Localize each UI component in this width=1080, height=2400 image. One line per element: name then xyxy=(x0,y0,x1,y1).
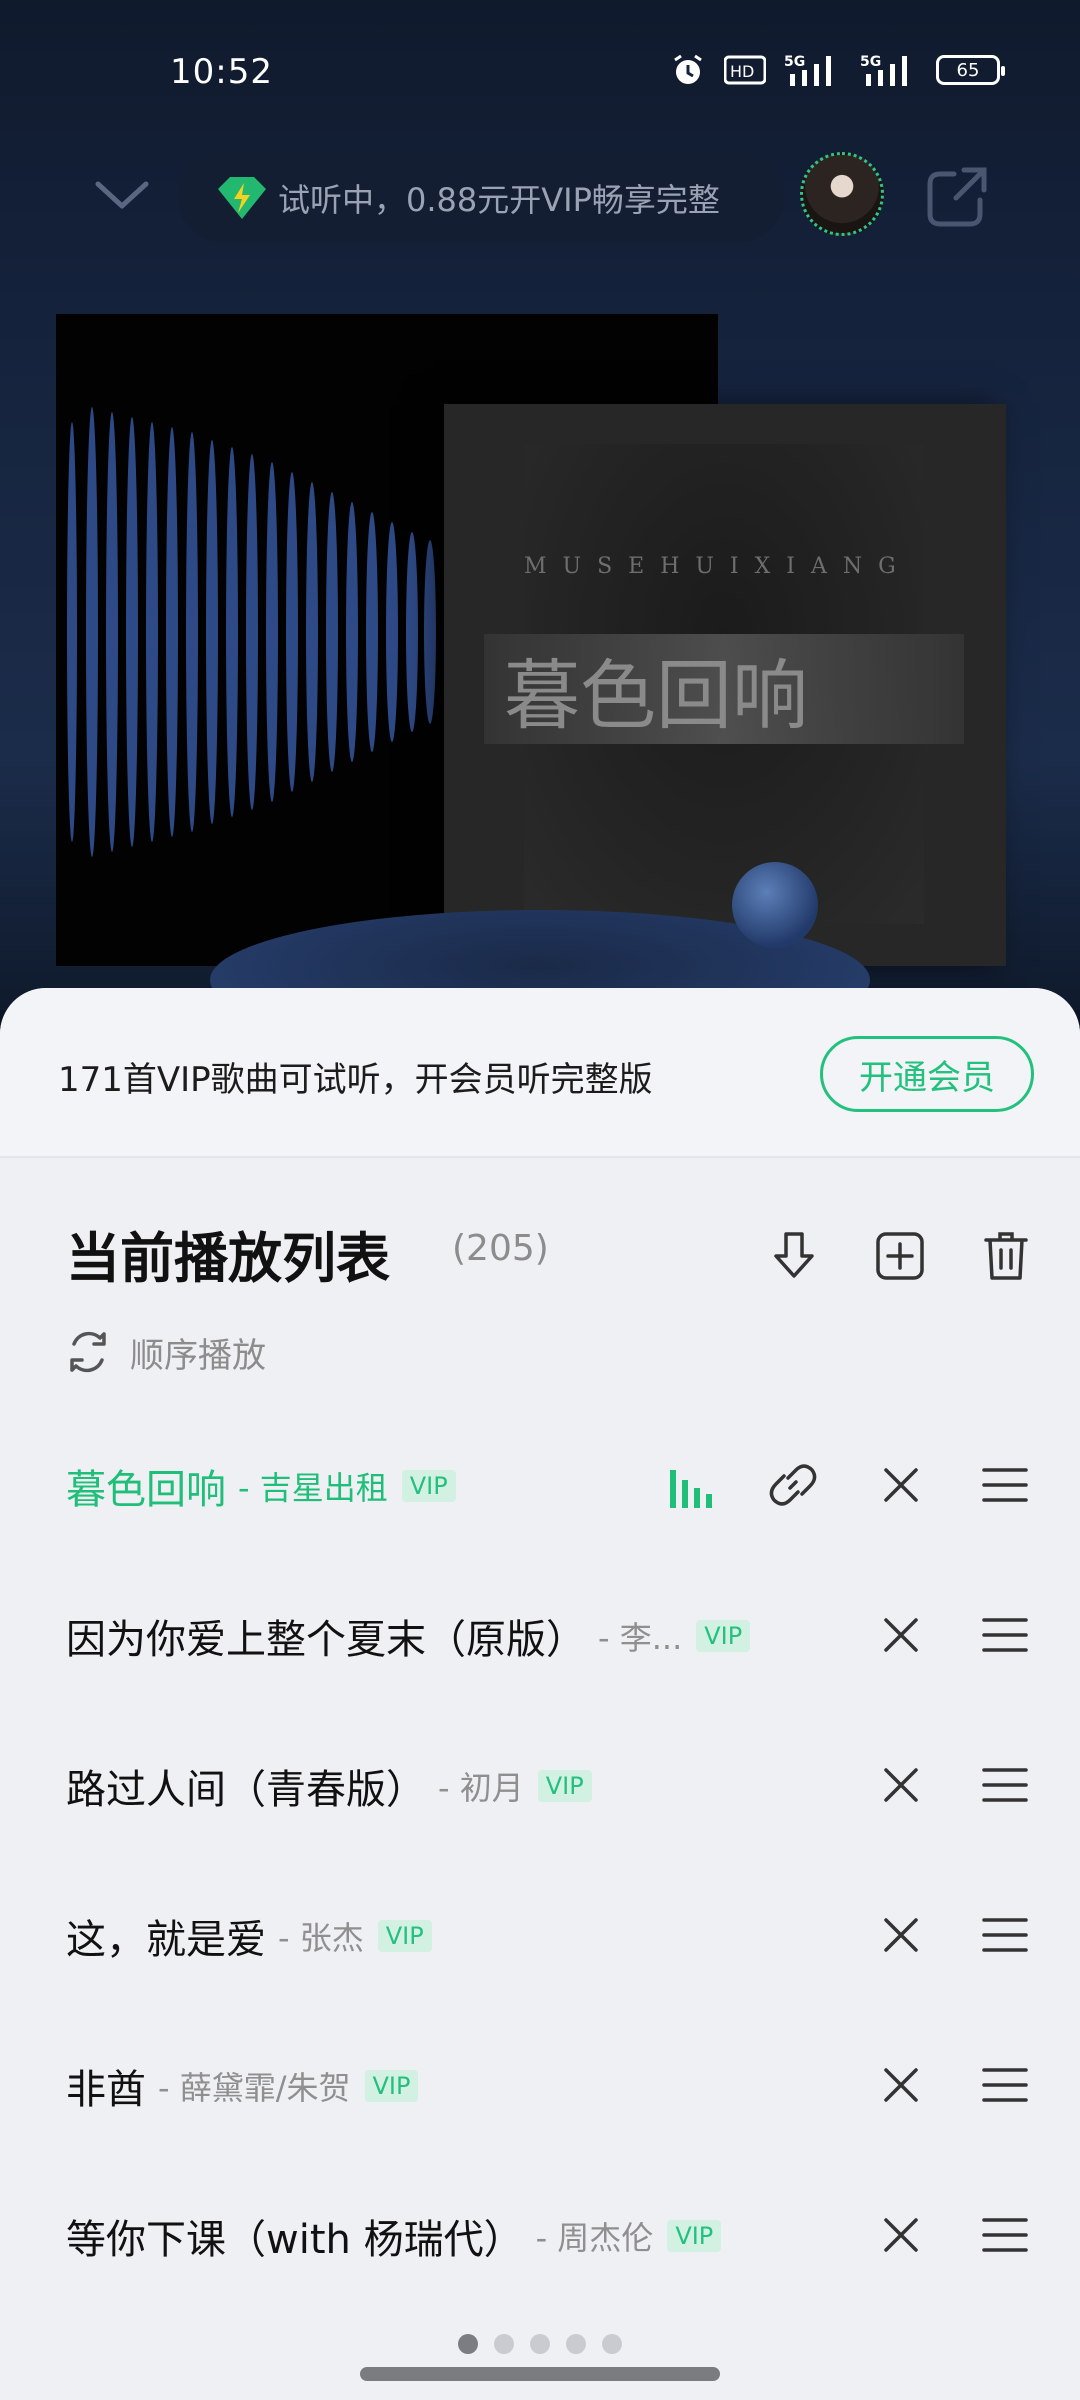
page-dot[interactable] xyxy=(530,2334,550,2354)
list-item[interactable]: 等你下课（with 杨瑞代） - 周杰伦 VIP xyxy=(0,2160,1080,2310)
play-mode-label: 顺序播放 xyxy=(130,1335,266,1376)
close-icon[interactable] xyxy=(876,1610,926,1660)
drag-handle-icon[interactable] xyxy=(978,2060,1032,2110)
song-title: 因为你爱上整个夏末（原版） xyxy=(66,1617,586,1663)
add-to-playlist-icon[interactable] xyxy=(872,1228,928,1284)
song-text: 暮色回响 - 吉星出租 VIP xyxy=(66,1458,456,1514)
tonearm xyxy=(732,862,818,948)
page-dot-active[interactable] xyxy=(458,2334,478,2354)
vip-badge: VIP xyxy=(667,2220,722,2252)
song-title: 这，就是爱 xyxy=(66,1917,266,1963)
player-background: 10:52 HD 5G 5G 65 试听中，0.88元开VIP畅享完整 MUSE… xyxy=(0,0,1080,1010)
drag-handle-icon[interactable] xyxy=(978,1610,1032,1660)
song-title: 路过人间（青春版） xyxy=(66,1767,426,1813)
chevron-down-icon[interactable] xyxy=(92,170,152,220)
close-icon[interactable] xyxy=(876,1460,926,1510)
avatar[interactable] xyxy=(800,152,884,236)
vip-promo-row: 171首VIP歌曲可试听，开会员听完整版 开通会员 xyxy=(0,988,1080,1158)
song-title: 暮色回响 xyxy=(66,1467,226,1513)
player-header: 试听中，0.88元开VIP畅享完整 xyxy=(0,150,1080,242)
vip-badge: VIP xyxy=(537,1770,592,1802)
close-icon[interactable] xyxy=(876,1760,926,1810)
album-art-front: MUSEHUIXIANG 暮色回响 xyxy=(444,404,1006,966)
song-text: 路过人间（青春版） - 初月 VIP xyxy=(66,1758,592,1814)
playlist-sheet: 171首VIP歌曲可试听，开会员听完整版 开通会员 当前播放列表 (205) 顺… xyxy=(0,988,1080,2400)
status-bar: 10:52 HD 5G 5G 65 xyxy=(0,40,1080,100)
playlist-count: (205) xyxy=(452,1228,549,1269)
drag-handle-icon[interactable] xyxy=(978,2210,1032,2260)
svg-text:HD: HD xyxy=(730,62,754,81)
vip-badge: VIP xyxy=(364,2070,419,2102)
close-icon[interactable] xyxy=(876,2210,926,2260)
album-art-title: 暮色回响 xyxy=(484,634,964,744)
vip-trial-banner[interactable]: 试听中，0.88元开VIP畅享完整 xyxy=(178,154,784,242)
list-item[interactable]: 非酋 - 薛黛霏/朱贺 VIP xyxy=(0,2010,1080,2160)
song-artist: - 吉星出租 xyxy=(238,1469,388,1507)
download-icon[interactable] xyxy=(766,1228,822,1284)
list-item[interactable]: 路过人间（青春版） - 初月 VIP xyxy=(0,1710,1080,1860)
vip-badge: VIP xyxy=(696,1620,751,1652)
close-icon[interactable] xyxy=(876,1910,926,1960)
drag-handle-icon[interactable] xyxy=(978,1460,1032,1510)
alarm-icon xyxy=(674,54,702,84)
trial-text: 试听中，0.88元开VIP畅享完整 xyxy=(278,181,720,219)
song-title: 等你下课（with 杨瑞代） xyxy=(66,2217,524,2263)
svg-text:5G: 5G xyxy=(784,54,805,70)
album-art-letters: MUSEHUIXIANG xyxy=(524,554,912,579)
drag-handle-icon[interactable] xyxy=(978,1760,1032,1810)
share-icon[interactable] xyxy=(924,164,990,230)
song-artist: - 周杰伦 xyxy=(535,2219,654,2257)
song-artist: - 初月 xyxy=(438,1769,524,1807)
song-list: 暮色回响 - 吉星出租 VIP 因为你爱上整个夏末（原版） - 李... VIP… xyxy=(0,1410,1080,2310)
list-item[interactable]: 因为你爱上整个夏末（原版） - 李... VIP xyxy=(0,1560,1080,1710)
trash-icon[interactable] xyxy=(978,1228,1034,1284)
svg-text:5G: 5G xyxy=(860,54,881,70)
play-mode-toggle[interactable]: 顺序播放 xyxy=(60,1324,266,1380)
battery-level: 65 xyxy=(956,59,980,81)
drag-handle-icon[interactable] xyxy=(978,1910,1032,1960)
hd-icon: HD xyxy=(724,55,766,85)
playlist-title: 当前播放列表 xyxy=(66,1227,390,1290)
song-text: 等你下课（with 杨瑞代） - 周杰伦 VIP xyxy=(66,2208,722,2264)
signal-5g-icon: 5G xyxy=(784,54,831,86)
song-title: 非酋 xyxy=(66,2067,146,2113)
now-playing-equalizer-icon xyxy=(670,1470,712,1508)
open-vip-button[interactable]: 开通会员 xyxy=(820,1036,1034,1112)
list-item[interactable]: 这，就是爱 - 张杰 VIP xyxy=(0,1860,1080,2010)
page-dot[interactable] xyxy=(494,2334,514,2354)
song-text: 非酋 - 薛黛霏/朱贺 VIP xyxy=(66,2058,419,2114)
page-dot[interactable] xyxy=(602,2334,622,2354)
waveform-graphic xyxy=(67,407,436,857)
vip-badge: VIP xyxy=(401,1470,456,1502)
promo-text: 171首VIP歌曲可试听，开会员听完整版 xyxy=(58,1060,653,1100)
page-dot[interactable] xyxy=(566,2334,586,2354)
song-artist: - 李... xyxy=(598,1619,683,1657)
song-artist: - 张杰 xyxy=(278,1919,364,1957)
vip-gem-icon xyxy=(218,177,266,219)
vip-badge: VIP xyxy=(377,1920,432,1952)
signal-5g-icon: 5G xyxy=(860,54,907,86)
status-icons: HD 5G 5G 65 xyxy=(670,50,1005,90)
song-text: 这，就是爱 - 张杰 VIP xyxy=(66,1908,432,1964)
battery-icon: 65 xyxy=(936,55,1005,85)
home-indicator[interactable] xyxy=(360,2367,720,2381)
album-art-title-text: 暮色回响 xyxy=(504,651,808,740)
list-item[interactable]: 暮色回响 - 吉星出租 VIP xyxy=(0,1410,1080,1560)
song-artist: - 薛黛霏/朱贺 xyxy=(158,2069,351,2107)
song-text: 因为你爱上整个夏末（原版） - 李... VIP xyxy=(66,1608,751,1664)
repeat-icon xyxy=(70,1331,106,1373)
close-icon[interactable] xyxy=(876,2060,926,2110)
link-icon[interactable] xyxy=(766,1458,820,1512)
page-indicator xyxy=(458,2334,622,2354)
status-time: 10:52 xyxy=(170,52,273,92)
